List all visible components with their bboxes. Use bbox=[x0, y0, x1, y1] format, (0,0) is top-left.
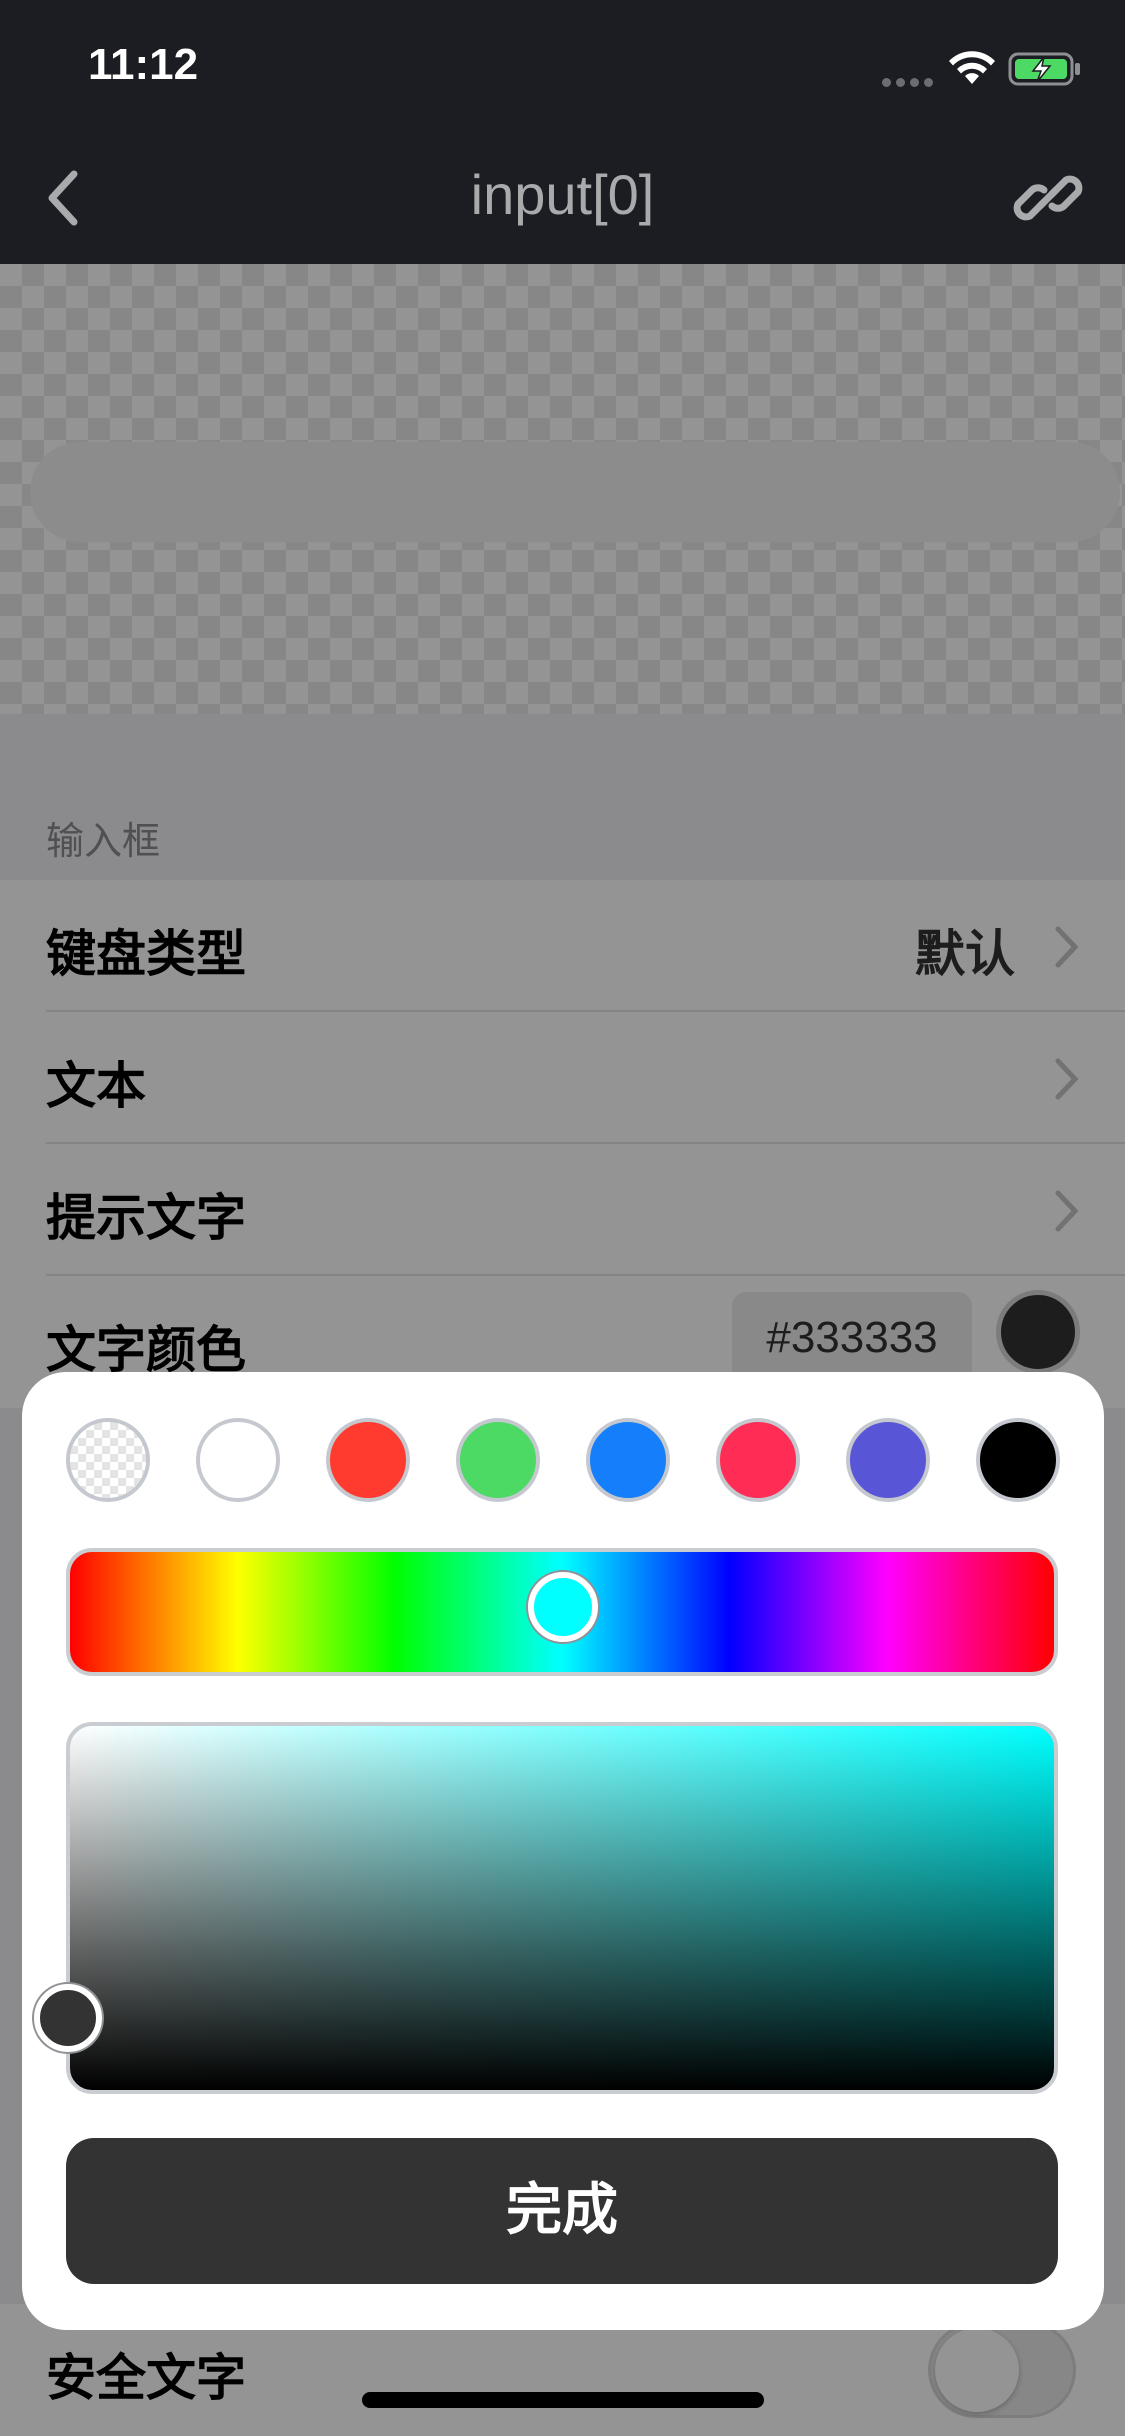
done-button[interactable]: 完成 bbox=[66, 2138, 1058, 2284]
navigation-bar: input[0] bbox=[0, 132, 1125, 264]
home-indicator bbox=[362, 2392, 764, 2408]
swatch-transparent[interactable] bbox=[66, 1418, 150, 1502]
swatch-purple[interactable] bbox=[846, 1418, 930, 1502]
saturation-brightness-area[interactable] bbox=[66, 1722, 1058, 2094]
battery-charging-icon bbox=[1008, 52, 1080, 86]
status-time: 11:12 bbox=[88, 40, 199, 89]
swatch-green[interactable] bbox=[456, 1418, 540, 1502]
hue-slider-thumb[interactable] bbox=[528, 1572, 598, 1642]
color-picker-sheet: 完成 bbox=[22, 1372, 1104, 2330]
swatch-white[interactable] bbox=[196, 1418, 280, 1502]
page-title: input[0] bbox=[470, 163, 655, 226]
status-bar: 11:12 bbox=[0, 0, 1125, 132]
saturation-brightness-thumb[interactable] bbox=[34, 1984, 102, 2052]
swatch-red[interactable] bbox=[326, 1418, 410, 1502]
wifi-icon bbox=[949, 51, 995, 84]
signal-icon bbox=[882, 78, 934, 88]
swatch-blue[interactable] bbox=[586, 1418, 670, 1502]
swatch-black[interactable] bbox=[976, 1418, 1060, 1502]
link-icon[interactable] bbox=[1012, 162, 1084, 234]
swatch-pink[interactable] bbox=[716, 1418, 800, 1502]
